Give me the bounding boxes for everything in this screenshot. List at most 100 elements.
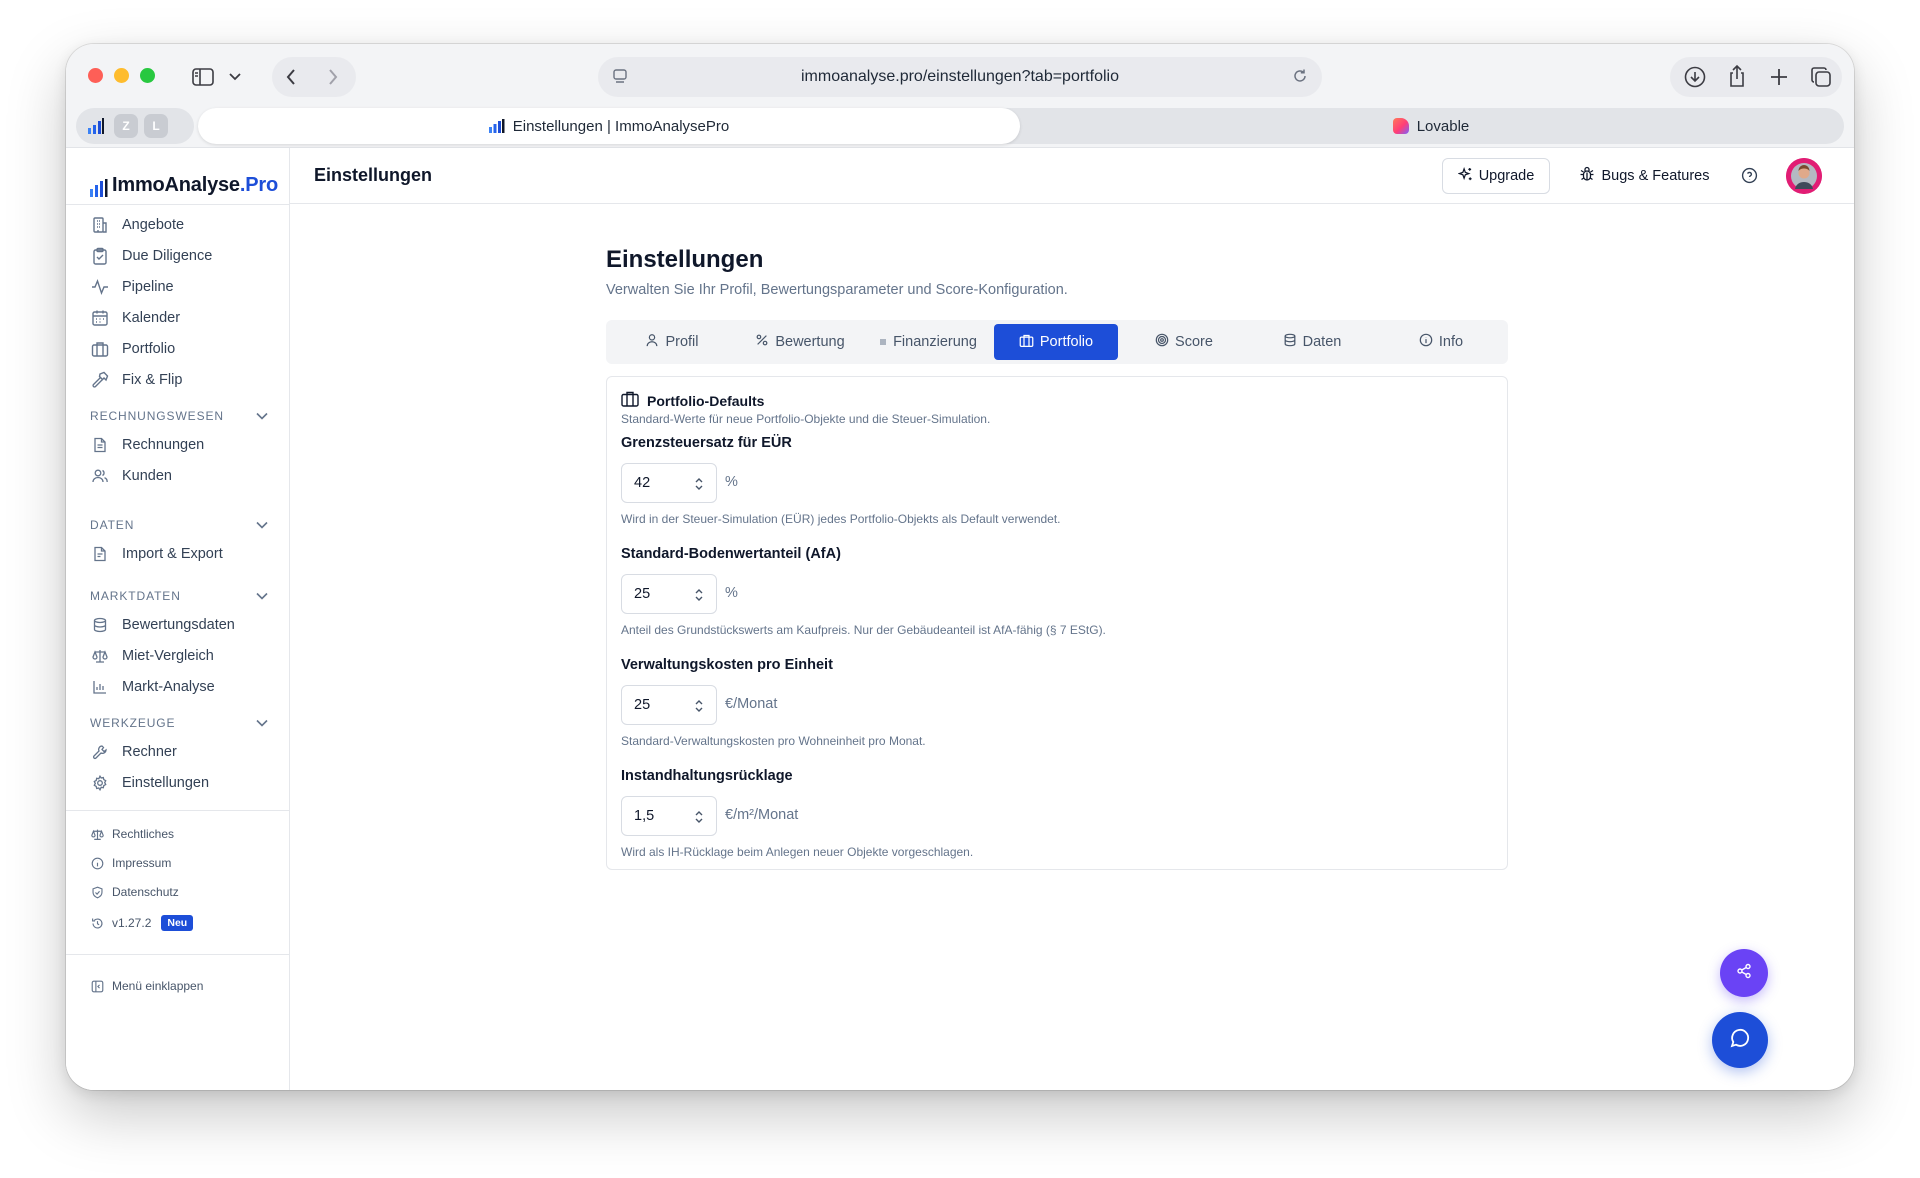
stepper-icon[interactable] — [694, 809, 704, 825]
new-tab-icon[interactable] — [1766, 64, 1792, 90]
footer-link-label: Impressum — [112, 856, 172, 870]
input-value: 42 — [634, 475, 651, 491]
sidebar-item-pipeline[interactable]: Pipeline — [90, 272, 174, 302]
sidebar-item-markt-analyse[interactable]: Markt-Analyse — [90, 672, 215, 702]
chevron-down-icon[interactable] — [256, 716, 268, 730]
footer-link-impressum[interactable]: Impressum — [90, 852, 171, 874]
sparkles-icon — [1457, 166, 1473, 186]
tab-title: Einstellungen | ImmoAnalysePro — [512, 117, 730, 135]
stepper-icon[interactable] — [694, 698, 704, 714]
version-info[interactable]: v1.27.2 Neu — [90, 912, 194, 934]
grenzsteuersatz-input[interactable]: 42 — [621, 463, 717, 503]
forward-arrow-icon[interactable] — [322, 66, 344, 88]
divider — [66, 954, 290, 955]
upgrade-button[interactable]: Upgrade — [1442, 158, 1550, 194]
file-text-icon — [90, 435, 110, 455]
share-fab-button[interactable] — [1720, 949, 1768, 997]
tab-info[interactable]: Info — [1378, 324, 1504, 360]
sidebar-item-rechnungen[interactable]: Rechnungen — [90, 430, 204, 460]
tab-label: Portfolio — [1039, 334, 1094, 350]
page-menu-icon[interactable] — [612, 68, 628, 89]
sidebar-item-miet-vergleich[interactable]: Miet-Vergleich — [90, 641, 214, 671]
sidebar-item-label: Kalender — [122, 310, 181, 326]
sidebar-item-fix-flip[interactable]: Fix & Flip — [90, 365, 182, 395]
chevron-down-icon[interactable] — [256, 589, 268, 603]
lovable-logo-icon — [1392, 118, 1409, 134]
file-icon — [90, 544, 110, 564]
pinned-tab-immoanalyse[interactable] — [84, 114, 108, 138]
sidebar-item-rechner[interactable]: Rechner — [90, 737, 177, 767]
collapse-menu-button[interactable]: Menü einklappen — [90, 975, 203, 997]
info-icon — [1419, 333, 1433, 351]
tab-overview-icon[interactable] — [1808, 64, 1834, 90]
sidebar-item-kalender[interactable]: Kalender — [90, 303, 180, 333]
tab-finanzierung[interactable]: Finanzierung — [866, 324, 990, 360]
footer-link-label: Rechtliches — [112, 827, 175, 841]
reload-icon[interactable] — [1292, 68, 1308, 89]
collapse-menu-label: Menü einklappen — [112, 979, 204, 993]
input-value: 25 — [634, 697, 651, 713]
sidebar-item-kunden[interactable]: Kunden — [90, 461, 172, 491]
help-icon[interactable] — [1738, 164, 1760, 186]
field-label-grenzsteuersatz: Grenzsteuersatz für EÜR — [621, 435, 792, 451]
verwaltungskosten-input[interactable]: 25 — [621, 685, 717, 725]
sidebar-item-angebote[interactable]: Angebote — [90, 210, 184, 240]
section-header-marktdaten[interactable]: MARKTDATEN — [90, 587, 268, 605]
bugs-features-button[interactable]: Bugs & Features — [1568, 158, 1720, 194]
back-arrow-icon[interactable] — [280, 66, 302, 88]
section-header-daten[interactable]: DATEN — [90, 516, 268, 534]
pinned-tab-l[interactable]: L — [144, 114, 168, 138]
tab-bewertung[interactable]: Bewertung — [738, 324, 862, 360]
brand-suffix: Pro — [245, 174, 278, 196]
footer-link-rechtliches[interactable]: Rechtliches — [90, 823, 174, 845]
address-bar[interactable]: immoanalyse.pro/einstellungen?tab=portfo… — [598, 57, 1322, 97]
sidebar-item-bewertungsdaten[interactable]: Bewertungsdaten — [90, 610, 235, 640]
downloads-icon[interactable] — [1682, 64, 1708, 90]
tab-lovable[interactable]: Lovable — [1026, 108, 1836, 144]
bodenwertanteil-input[interactable]: 25 — [621, 574, 717, 614]
field-label-verwaltungskosten: Verwaltungskosten pro Einheit — [621, 657, 833, 673]
sidebar-item-label: Rechnungen — [122, 437, 205, 453]
tab-portfolio[interactable]: Portfolio — [994, 324, 1118, 360]
tab-score[interactable]: Score — [1122, 324, 1246, 360]
sidebar-toggle-icon[interactable] — [190, 64, 216, 90]
tab-profil[interactable]: Profil — [610, 324, 734, 360]
minimize-window-button[interactable] — [114, 68, 129, 83]
stepper-icon[interactable] — [694, 476, 704, 492]
sidebar-item-import-export[interactable]: Import & Export — [90, 539, 223, 569]
zoom-window-button[interactable] — [140, 68, 155, 83]
sidebar-item-portfolio[interactable]: Portfolio — [90, 334, 175, 364]
brand-logo[interactable]: ImmoAnalyse.Pro — [90, 174, 278, 197]
share-icon[interactable] — [1724, 62, 1750, 90]
sidebar-item-label: Portfolio — [122, 341, 176, 357]
avatar[interactable] — [1786, 158, 1822, 194]
stepper-icon[interactable] — [694, 587, 704, 603]
sidebar-item-due-diligence[interactable]: Due Diligence — [90, 241, 212, 271]
unit-label: % — [725, 474, 738, 490]
bar-chart-icon — [90, 677, 110, 697]
chevron-down-icon[interactable] — [256, 409, 268, 423]
main-content: Einstellungen Verwalten Sie Ihr Profil, … — [290, 204, 1854, 1090]
footer-link-datenschutz[interactable]: Datenschutz — [90, 881, 179, 903]
tab-daten[interactable]: Daten — [1250, 324, 1374, 360]
pinned-tab-z[interactable]: Z — [114, 114, 138, 138]
close-window-button[interactable] — [88, 68, 103, 83]
target-icon — [1155, 333, 1169, 351]
pinned-tabs: Z L — [76, 108, 194, 144]
field-hint: Standard-Verwaltungskosten pro Wohneinhe… — [621, 734, 926, 748]
section-header-werkzeuge[interactable]: WERKZEUGE — [90, 714, 268, 732]
sidebar-item-einstellungen[interactable]: Einstellungen — [90, 768, 209, 798]
sidebar-item-label: Einstellungen — [122, 775, 210, 791]
section-header-rechnungswesen[interactable]: RECHNUNGSWESEN — [90, 407, 268, 425]
tab-label: Info — [1438, 334, 1464, 350]
tab-einstellungen[interactable]: Einstellungen | ImmoAnalysePro — [198, 108, 1020, 144]
list-icon — [879, 334, 887, 350]
field-label-bodenwertanteil: Standard-Bodenwertanteil (AfA) — [621, 546, 841, 562]
bugs-features-label: Bugs & Features — [1601, 168, 1710, 184]
chevron-down-icon[interactable] — [256, 518, 268, 532]
chat-fab-button[interactable] — [1712, 1012, 1768, 1068]
chevron-down-icon[interactable] — [226, 68, 244, 86]
section-title: DATEN — [90, 518, 135, 532]
instandhaltungsruecklage-input[interactable]: 1,5 — [621, 796, 717, 836]
hammer-icon — [90, 370, 110, 390]
